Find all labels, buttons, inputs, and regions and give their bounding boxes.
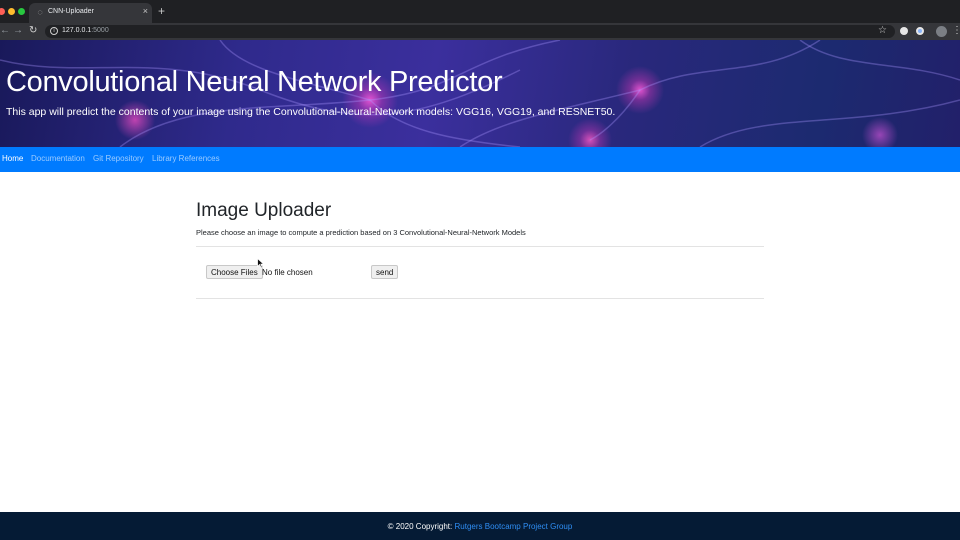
url-text: 127.0.0.1:5000 bbox=[62, 27, 109, 34]
tab-close-icon[interactable]: × bbox=[143, 6, 148, 16]
hero-subtitle: This app will predict the contents of yo… bbox=[6, 106, 616, 118]
divider bbox=[196, 298, 764, 299]
navbar: Home Documentation Git Repository Librar… bbox=[0, 147, 960, 172]
address-bar[interactable]: i 127.0.0.1:5000 bbox=[45, 25, 895, 38]
nav-link-documentation[interactable]: Documentation bbox=[31, 154, 85, 163]
extension-icon[interactable] bbox=[916, 27, 924, 35]
window-close-button[interactable] bbox=[0, 8, 5, 15]
mouse-cursor-icon bbox=[257, 258, 265, 269]
url-host: 127.0.0.1 bbox=[62, 27, 92, 34]
choose-files-button[interactable]: Choose Files bbox=[206, 265, 263, 279]
divider bbox=[196, 246, 764, 247]
browser-toolbar: ← → ↻ i 127.0.0.1:5000 ☆ ⋮ bbox=[0, 23, 960, 40]
reload-icon[interactable]: ↻ bbox=[29, 25, 37, 37]
extension-icon[interactable] bbox=[900, 27, 908, 35]
window-minimize-button[interactable] bbox=[8, 8, 15, 15]
file-status-text: No file chosen bbox=[262, 268, 313, 277]
footer-copyright: © 2020 Copyright: bbox=[387, 522, 453, 531]
footer: © 2020 Copyright: Rutgers Bootcamp Proje… bbox=[0, 512, 960, 540]
send-button[interactable]: send bbox=[371, 265, 399, 279]
hero-banner: Convolutional Neural Network Predictor T… bbox=[0, 40, 960, 147]
browser-tab[interactable]: ◌ CNN-Uploader × bbox=[29, 3, 152, 23]
new-tab-button[interactable]: + bbox=[158, 5, 165, 17]
hero-title: Convolutional Neural Network Predictor bbox=[6, 66, 503, 98]
menu-icon[interactable]: ⋮ bbox=[952, 24, 960, 38]
tab-favicon-icon: ◌ bbox=[37, 7, 43, 17]
browser-tab-bar: ◌ CNN-Uploader × + bbox=[0, 0, 960, 23]
page-title: Image Uploader bbox=[196, 200, 332, 221]
nav-link-library-references[interactable]: Library References bbox=[152, 154, 220, 163]
window-zoom-button[interactable] bbox=[18, 8, 25, 15]
forward-arrow-icon[interactable]: → bbox=[13, 25, 23, 37]
footer-link[interactable]: Rutgers Bootcamp Project Group bbox=[455, 522, 573, 531]
url-port: :5000 bbox=[91, 27, 109, 34]
footer-text: © 2020 Copyright: Rutgers Bootcamp Proje… bbox=[0, 522, 960, 531]
nav-link-home[interactable]: Home bbox=[2, 154, 23, 163]
back-arrow-icon[interactable]: ← bbox=[0, 25, 10, 37]
info-icon[interactable]: i bbox=[50, 27, 58, 35]
nav-link-git-repository[interactable]: Git Repository bbox=[93, 154, 144, 163]
tab-title: CNN-Uploader bbox=[48, 8, 94, 15]
page-description: Please choose an image to compute a pred… bbox=[196, 228, 526, 237]
bookmark-star-icon[interactable]: ☆ bbox=[878, 25, 887, 37]
profile-avatar-icon[interactable] bbox=[936, 26, 947, 37]
